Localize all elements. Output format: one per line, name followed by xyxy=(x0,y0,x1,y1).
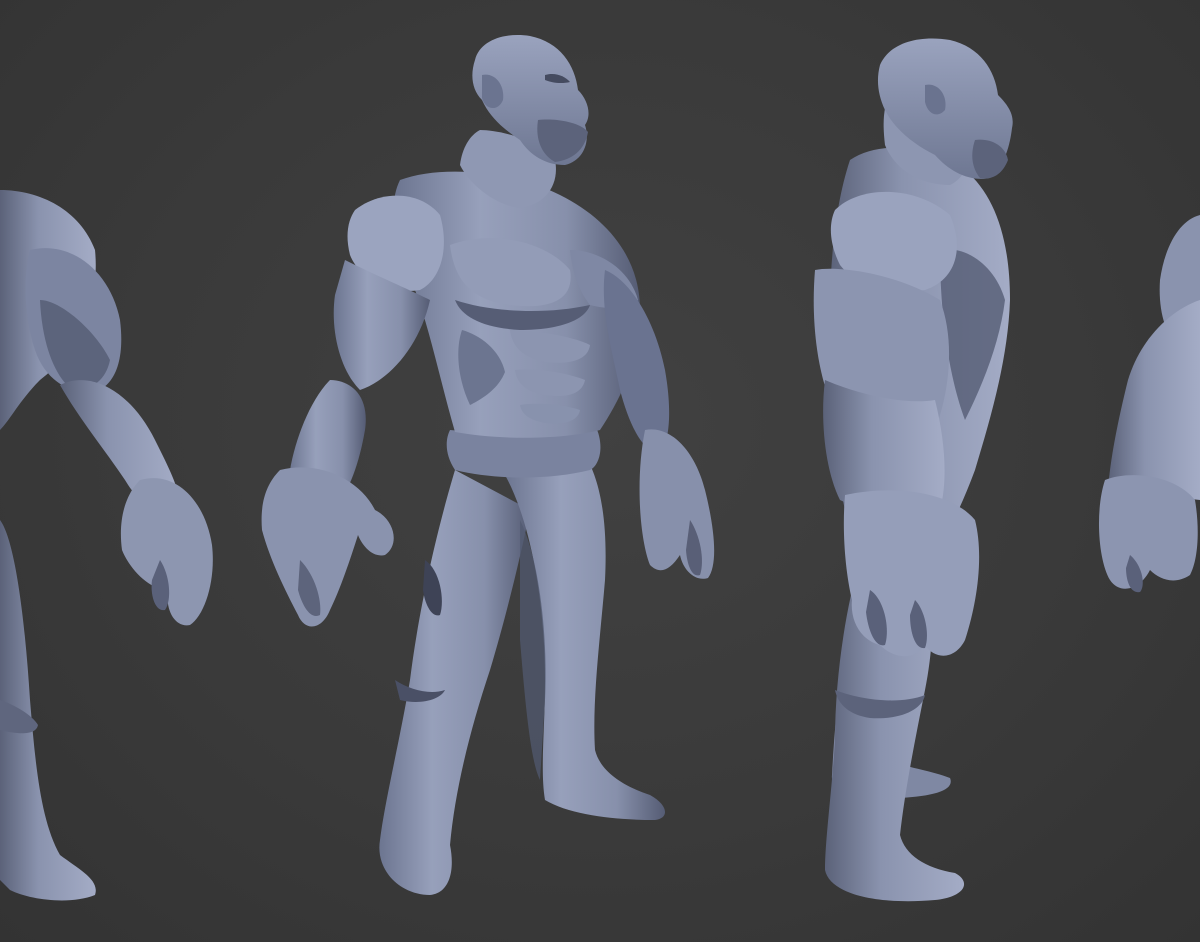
sculpt-render xyxy=(0,35,1200,902)
viewport xyxy=(0,0,1200,942)
figure-back-right xyxy=(1098,215,1200,593)
figure-back-left xyxy=(0,190,213,901)
figure-side xyxy=(813,38,1013,902)
figure-front-three-quarter xyxy=(261,35,715,895)
